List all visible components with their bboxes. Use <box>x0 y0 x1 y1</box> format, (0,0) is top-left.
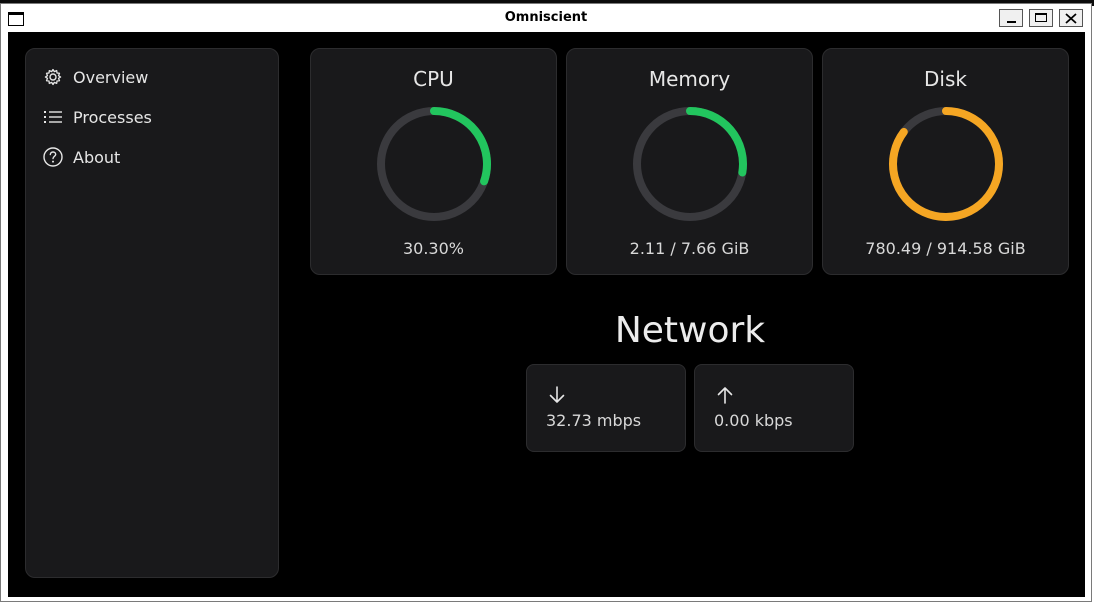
help-circle-icon <box>42 146 64 168</box>
list-icon <box>42 106 64 128</box>
window-title: Omniscient <box>504 10 588 25</box>
app-content: Overview Processes About CPU 30.30% Memo… <box>8 32 1085 597</box>
app-window: Omniscient Overview Processes About CPU … <box>0 3 1092 602</box>
memory-gauge <box>633 107 747 221</box>
download-card: 32.73 mbps <box>526 364 686 452</box>
sidebar-item-label: Processes <box>73 107 152 127</box>
disk-label: Disk <box>924 67 967 91</box>
memory-label: Memory <box>648 67 731 91</box>
cpu-card: CPU 30.30% <box>310 48 557 275</box>
memory-value: 2.11 / 7.66 GiB <box>629 239 750 258</box>
close-button[interactable] <box>1059 9 1083 27</box>
network-title: Network <box>614 310 766 351</box>
maximize-icon <box>1035 13 1047 22</box>
gauge-arc <box>686 107 747 177</box>
gear-icon <box>42 66 64 88</box>
minimize-button[interactable] <box>999 9 1023 27</box>
arrow-down-icon <box>549 386 565 403</box>
sidebar-item-label: Overview <box>73 67 149 87</box>
maximize-button[interactable] <box>1029 9 1053 27</box>
memory-card: Memory 2.11 / 7.66 GiB <box>566 48 813 275</box>
sidebar-item-processes[interactable]: Processes <box>42 104 152 130</box>
close-icon <box>1065 13 1077 24</box>
title-bar[interactable]: Omniscient <box>1 4 1091 32</box>
download-value: 32.73 mbps <box>546 411 642 430</box>
cpu-label: CPU <box>413 67 454 91</box>
arrow-up-icon <box>717 387 733 404</box>
gauge-arc <box>430 107 491 186</box>
disk-gauge <box>889 107 1003 221</box>
sidebar-item-about[interactable]: About <box>42 144 120 170</box>
cpu-gauge <box>377 107 491 221</box>
upload-card: 0.00 kbps <box>694 364 854 452</box>
upload-value: 0.00 kbps <box>714 411 793 430</box>
disk-value: 780.49 / 914.58 GiB <box>865 239 1026 258</box>
sidebar: Overview Processes About <box>25 48 279 578</box>
sidebar-item-overview[interactable]: Overview <box>42 64 148 90</box>
disk-card: Disk 780.49 / 914.58 GiB <box>822 48 1069 275</box>
minimize-icon <box>1007 21 1016 23</box>
cpu-value: 30.30% <box>402 239 464 258</box>
sidebar-item-label: About <box>73 147 121 167</box>
